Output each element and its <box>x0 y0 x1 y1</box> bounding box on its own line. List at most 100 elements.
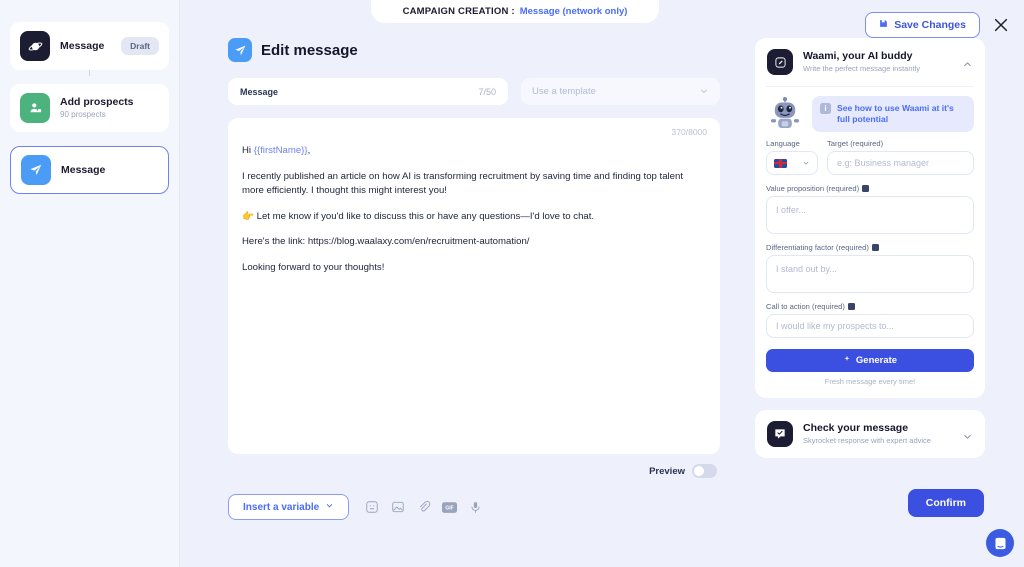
message-paragraph: I recently published an article on how A… <box>242 170 684 197</box>
differentiating-factor-placeholder: I stand out by... <box>776 264 837 274</box>
insert-variable-label: Insert a variable <box>243 501 320 513</box>
check-message-panel[interactable]: Check your message Skyrocket response wi… <box>755 410 985 458</box>
page-title: Edit message <box>261 41 358 59</box>
message-paragraph: Here's the link: https://blog.waalaxy.co… <box>242 236 530 247</box>
notch-label: CAMPAIGN CREATION : <box>402 6 515 17</box>
right-panel: Waami, your AI buddy Write the perfect m… <box>755 38 985 458</box>
toolbar-icons: GIF <box>364 500 483 515</box>
chevron-down-icon <box>699 83 709 101</box>
campaign-creation-notch: CAMPAIGN CREATION : Message (network onl… <box>371 0 659 23</box>
value-proposition-label: Value proposition (required) <box>766 184 974 193</box>
waami-panel-text: Waami, your AI buddy Write the perfect m… <box>803 50 952 74</box>
sidebar-item-message-draft[interactable]: Message Draft <box>10 22 169 70</box>
language-label: Language <box>766 139 800 148</box>
waami-title: Waami, your AI buddy <box>803 50 913 62</box>
sidebar-item-title: Message <box>60 39 105 52</box>
attachment-icon[interactable] <box>416 500 431 515</box>
message-subject-field[interactable]: Message 7/50 <box>228 78 508 105</box>
help-icon[interactable] <box>871 244 879 251</box>
preview-toggle[interactable] <box>692 464 717 478</box>
toggle-knob <box>693 465 705 477</box>
check-message-text: Check your message Skyrocket response wi… <box>803 422 952 446</box>
gif-icon[interactable]: GIF <box>442 500 458 515</box>
paper-plane-icon <box>21 155 51 185</box>
svg-text:GIF: GIF <box>445 505 453 511</box>
differentiating-factor-group: Differentiating factor (required) I stan… <box>766 243 974 293</box>
message-body: Hi {{firstName}}, I recently published a… <box>242 144 706 275</box>
sparkle-icon <box>843 355 851 366</box>
waami-info-banner[interactable]: i See how to use Waami at it's full pote… <box>812 96 974 132</box>
help-icon[interactable] <box>862 185 870 192</box>
chevron-up-icon[interactable] <box>962 57 973 68</box>
pencil-square-icon <box>767 49 793 75</box>
sidebar-item-subtitle: 90 prospects <box>60 109 106 119</box>
message-paragraph: Looking forward to your thoughts! <box>242 261 385 273</box>
paper-plane-icon <box>228 38 252 62</box>
target-placeholder: e.g: Business manager <box>837 158 930 168</box>
check-message-subtitle: Skyrocket response with expert advice <box>803 436 931 445</box>
call-to-action-label: Call to action (required) <box>766 302 974 311</box>
message-editor[interactable]: 370/8000 Hi {{firstName}}, I recently pu… <box>228 118 720 454</box>
planet-icon <box>20 31 50 61</box>
insert-variable-button[interactable]: Insert a variable <box>228 494 350 520</box>
message-paragraph: 👉 Let me know if you'd like to discuss t… <box>242 210 595 222</box>
robot-icon <box>766 96 804 131</box>
editor-toolbar: Insert a variable GIF <box>196 478 752 520</box>
language-select[interactable] <box>766 151 818 175</box>
sidebar-item-title: Message <box>61 163 106 176</box>
call-to-action-placeholder: I would like my prospects to... <box>776 321 895 331</box>
language-column: Language <box>766 139 818 175</box>
value-proposition-input[interactable]: I offer... <box>766 196 974 234</box>
template-select[interactable]: Use a template <box>521 78 720 105</box>
template-placeholder: Use a template <box>532 86 596 97</box>
message-subject-label: Message <box>240 86 279 97</box>
waami-form: i See how to use Waami at it's full pote… <box>755 87 985 398</box>
sidebar-item-add-prospects[interactable]: Add prospects 90 prospects <box>10 84 169 132</box>
confirm-button[interactable]: Confirm <box>907 489 984 517</box>
sidebar-item-message-selected[interactable]: Message <box>10 146 169 194</box>
floppy-disk-icon <box>879 19 888 31</box>
language-target-row: Language Target (required) e.g: Business… <box>766 139 974 175</box>
check-message-title: Check your message <box>803 422 909 434</box>
target-label: Target (required) <box>827 139 884 148</box>
generate-button[interactable]: Generate <box>766 349 974 372</box>
differentiating-factor-label: Differentiating factor (required) <box>766 243 974 252</box>
intercom-chat-icon[interactable] <box>986 529 1014 557</box>
value-proposition-placeholder: I offer... <box>776 205 806 215</box>
chat-check-icon <box>767 421 793 447</box>
main-panel: Edit message Message 7/50 Use a template… <box>196 0 752 567</box>
notch-value: Message (network only) <box>519 6 628 17</box>
sidebar-item-text: Add prospects 90 prospects <box>60 96 159 121</box>
chevron-down-icon[interactable] <box>962 429 973 440</box>
target-input[interactable]: e.g: Business manager <box>827 151 974 175</box>
sequence-sidebar: Message Draft Add prospects 90 prospects… <box>0 0 180 567</box>
differentiating-factor-input[interactable]: I stand out by... <box>766 255 974 293</box>
emoji-icon[interactable] <box>364 500 379 515</box>
save-changes-button[interactable]: Save Changes <box>865 12 980 38</box>
save-changes-label: Save Changes <box>894 19 966 31</box>
preview-label: Preview <box>649 465 685 477</box>
value-proposition-label-text: Value proposition (required) <box>766 184 860 193</box>
add-user-icon <box>20 93 50 123</box>
waami-banner-row: i See how to use Waami at it's full pote… <box>766 96 974 132</box>
help-icon[interactable] <box>847 303 855 310</box>
microphone-icon[interactable] <box>468 500 483 515</box>
target-column: Target (required) e.g: Business manager <box>827 139 974 175</box>
value-proposition-group: Value proposition (required) I offer... <box>766 184 974 234</box>
generate-note: Fresh message every time! <box>824 377 916 386</box>
greeting-suffix: , <box>307 145 311 156</box>
call-to-action-group: Call to action (required) I would like m… <box>766 302 974 338</box>
message-greeting: Hi {{firstName}}, <box>242 144 706 159</box>
waami-panel-header[interactable]: Waami, your AI buddy Write the perfect m… <box>755 38 985 86</box>
app-root: CAMPAIGN CREATION : Message (network onl… <box>0 0 1024 567</box>
fields-row: Message 7/50 Use a template <box>196 62 752 105</box>
check-message-header[interactable]: Check your message Skyrocket response wi… <box>755 410 985 458</box>
image-icon[interactable] <box>390 500 405 515</box>
call-to-action-input[interactable]: I would like my prospects to... <box>766 314 974 338</box>
greeting-prefix: Hi <box>242 145 254 156</box>
differentiating-factor-label-text: Differentiating factor (required) <box>766 243 869 252</box>
character-counter: 370/8000 <box>671 127 707 137</box>
variable-token-firstname: {{firstName}} <box>253 145 308 156</box>
sidebar-item-title: Add prospects <box>60 95 134 108</box>
close-icon[interactable] <box>992 16 1010 34</box>
